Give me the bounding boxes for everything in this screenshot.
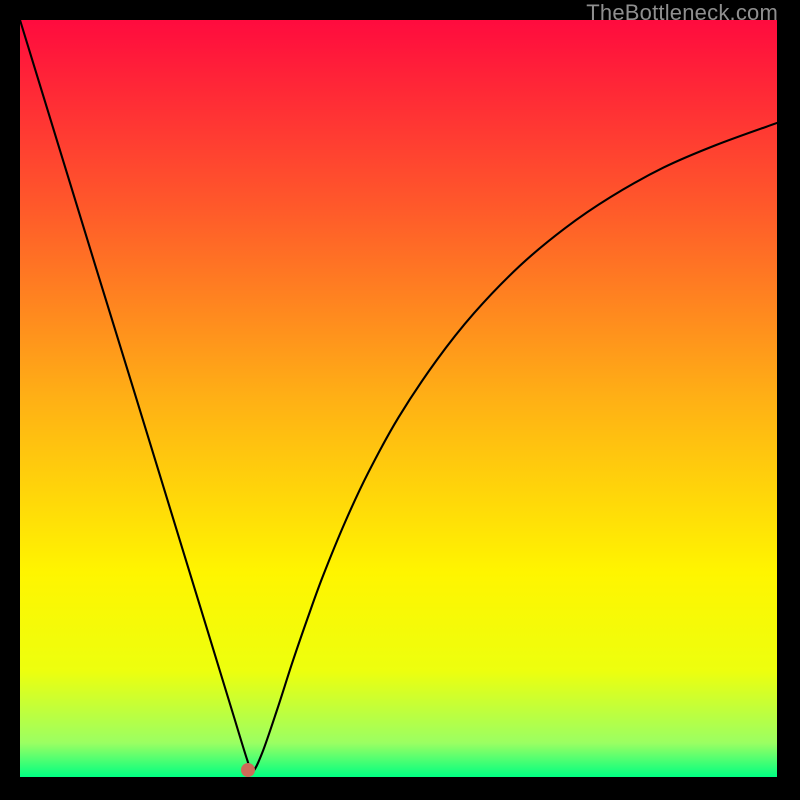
plot-frame <box>20 20 777 777</box>
bottleneck-curve <box>20 20 777 777</box>
optimum-marker <box>241 763 255 777</box>
